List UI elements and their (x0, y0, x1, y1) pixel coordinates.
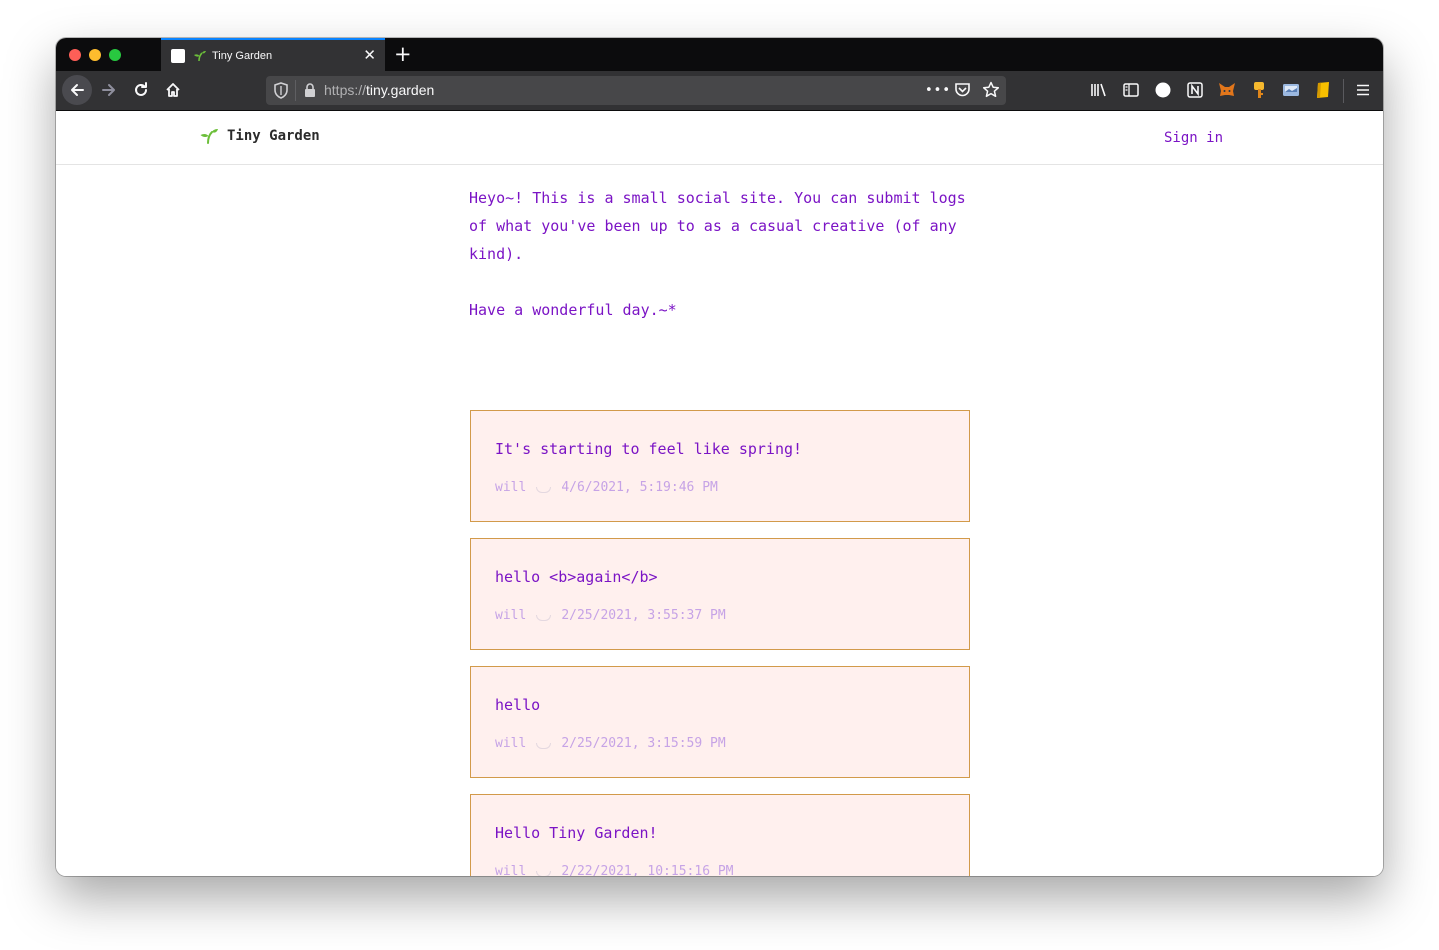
url-text[interactable]: https://tiny.garden (324, 82, 434, 98)
post-body: hello (495, 696, 541, 714)
post-meta: will 2/25/2021, 3:55:37 PM (495, 608, 726, 623)
post-body: It's starting to feel like spring! (495, 440, 803, 458)
post-timestamp: 2/25/2021, 3:55:37 PM (561, 608, 726, 623)
key-extension-icon[interactable] (1249, 80, 1269, 100)
window-minimize-button[interactable] (89, 49, 101, 61)
tab-close-icon[interactable]: ✕ (363, 46, 376, 64)
circle-extension-icon[interactable] (1153, 80, 1173, 100)
site-header: Tiny Garden Sign in (56, 112, 1383, 165)
sprout-icon (194, 50, 206, 61)
more-icon[interactable]: ••• (925, 83, 951, 98)
post-timestamp: 4/6/2021, 5:19:46 PM (561, 480, 718, 495)
sprout-mark-icon (536, 486, 552, 493)
home-icon[interactable] (159, 76, 187, 104)
post-body: hello <b>again</b> (495, 568, 658, 586)
post-author[interactable]: will (495, 608, 526, 623)
window-zoom-button[interactable] (109, 49, 121, 61)
url-separator (295, 80, 296, 101)
brand-link[interactable]: Tiny Garden (199, 128, 320, 144)
post-timestamp: 2/25/2021, 3:15:59 PM (561, 736, 726, 751)
screenshot-icon[interactable] (1281, 80, 1301, 100)
pocket-icon[interactable] (954, 82, 971, 102)
new-tab-icon[interactable]: + (394, 41, 412, 67)
browser-window: Tiny Garden ✕ + https://tiny.garden ••• … (56, 38, 1383, 876)
post-meta: will 4/6/2021, 5:19:46 PM (495, 480, 718, 495)
metamask-icon[interactable] (1217, 80, 1237, 100)
intro-paragraph: Heyo~! This is a small social site. You … (469, 189, 966, 263)
sidebar-icon[interactable] (1121, 80, 1141, 100)
intro-paragraph: Have a wonderful day.~* (469, 301, 677, 319)
lock-icon[interactable] (304, 83, 316, 102)
post-card: Hello Tiny Garden! will 2/22/2021, 10:15… (470, 794, 970, 876)
post-timestamp: 2/22/2021, 10:15:16 PM (561, 864, 734, 876)
post-author[interactable]: will (495, 864, 526, 876)
favicon-icon (171, 48, 185, 63)
url-host: tiny.garden (366, 82, 435, 98)
address-bar[interactable]: https://tiny.garden ••• (266, 76, 1006, 105)
sign-in-link[interactable]: Sign in (1164, 130, 1223, 146)
url-scheme: https:// (324, 82, 367, 98)
post-meta: will 2/22/2021, 10:15:16 PM (495, 864, 734, 876)
menu-icon[interactable] (1353, 80, 1373, 100)
post-card: hello will 2/25/2021, 3:15:59 PM (470, 666, 970, 778)
shield-icon[interactable] (273, 82, 289, 103)
sprout-mark-icon (536, 614, 552, 621)
window-close-button[interactable] (69, 49, 81, 61)
reload-icon[interactable] (127, 76, 155, 104)
tab-strip: Tiny Garden ✕ + (56, 38, 1383, 71)
bookmark-star-icon[interactable] (982, 81, 1000, 103)
intro-text: Heyo~! This is a small social site. You … (469, 184, 989, 352)
post-body: Hello Tiny Garden! (495, 824, 658, 842)
sprout-mark-icon (536, 870, 552, 876)
post-card: It's starting to feel like spring! will … (470, 410, 970, 522)
back-arrow-icon[interactable] (62, 75, 92, 105)
post-author[interactable]: will (495, 736, 526, 751)
post-meta: will 2/25/2021, 3:15:59 PM (495, 736, 726, 751)
library-icon[interactable] (1089, 80, 1109, 100)
sprout-mark-icon (536, 742, 552, 749)
post-author[interactable]: will (495, 480, 526, 495)
brand-name: Tiny Garden (227, 128, 320, 144)
post-card: hello <b>again</b> will 2/25/2021, 3:55:… (470, 538, 970, 650)
sprout-logo-icon (200, 129, 218, 144)
tab-tiny-garden[interactable]: Tiny Garden ✕ (161, 38, 385, 71)
tab-title: Tiny Garden (212, 49, 273, 62)
navigation-toolbar: https://tiny.garden ••• (56, 71, 1383, 111)
toolbar-divider (1343, 79, 1344, 103)
notion-icon[interactable] (1185, 80, 1205, 100)
notes-extension-icon[interactable] (1313, 80, 1333, 100)
page-viewport: Tiny Garden Sign in Heyo~! This is a sma… (56, 112, 1383, 876)
forward-arrow-icon[interactable] (95, 76, 123, 104)
